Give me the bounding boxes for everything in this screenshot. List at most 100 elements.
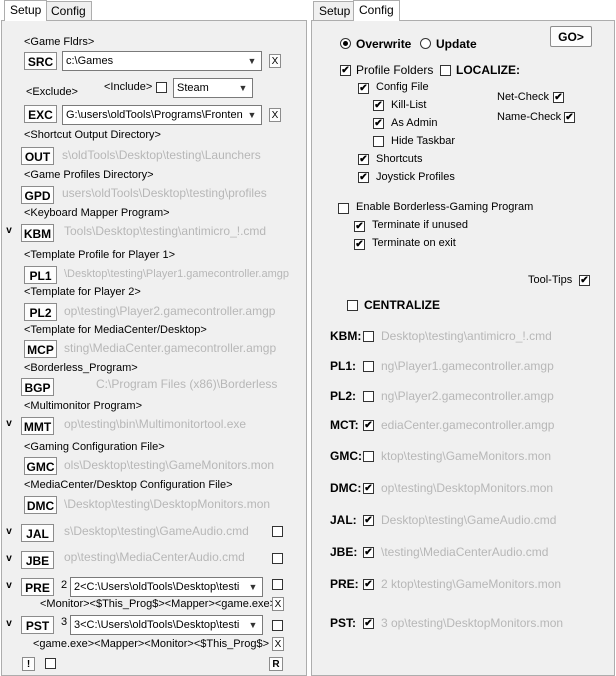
centralize-row-label: MCT: xyxy=(330,418,359,432)
pst-checkbox[interactable] xyxy=(272,620,283,631)
pl2-button[interactable]: PL2 xyxy=(24,303,57,321)
centralize-row-checkbox[interactable]: ✔ xyxy=(363,515,374,526)
enable-borderless-checkbox[interactable] xyxy=(338,203,349,214)
update-radio[interactable] xyxy=(420,38,431,49)
src-clear-button[interactable]: X xyxy=(269,54,281,68)
include-combo[interactable]: Steam ▼ xyxy=(173,78,253,98)
jal-checkbox[interactable] xyxy=(272,526,283,537)
centralize-row-label: JAL: xyxy=(330,513,357,527)
kbm-button[interactable]: KBM xyxy=(21,224,54,242)
gmc-button[interactable]: GMC xyxy=(24,457,57,475)
centralize-label: CENTRALIZE xyxy=(364,298,440,312)
centralize-row-label: DMC: xyxy=(330,481,362,495)
terminate-unused-checkbox[interactable]: ✔ xyxy=(354,221,365,232)
centralize-row-path: 3 op\testing\DesktopMonitors.mon xyxy=(381,616,564,630)
exclude-label: <Exclude> xyxy=(26,86,78,98)
pl1-path: \Desktop\testing\Player1.gamecontroller.… xyxy=(64,268,290,280)
centralize-row-checkbox[interactable] xyxy=(363,331,374,342)
centralize-row-checkbox[interactable]: ✔ xyxy=(363,420,374,431)
pre-combo[interactable]: 2<C:\Users\oldTools\Desktop\testi ▼ xyxy=(70,577,263,597)
net-check-checkbox[interactable]: ✔ xyxy=(553,92,564,103)
jbe-toggle[interactable]: v xyxy=(3,553,15,565)
pre-toggle[interactable]: v xyxy=(3,580,15,592)
centralize-row-checkbox[interactable]: ✔ xyxy=(363,618,374,629)
pre-clear-button[interactable]: X xyxy=(272,597,284,611)
chevron-down-icon: ▼ xyxy=(248,582,258,592)
exc-combo[interactable]: G:\users\oldTools\Programs\Fronten ▼ xyxy=(62,105,262,125)
src-combo[interactable]: c:\Games ▼ xyxy=(62,51,262,71)
centralize-row-checkbox[interactable] xyxy=(363,451,374,462)
pl2-path: op\testing\Player2.gamecontroller.amgp xyxy=(64,304,276,318)
jal-toggle[interactable]: v xyxy=(3,526,15,538)
shortcuts-checkbox[interactable]: ✔ xyxy=(358,154,369,165)
centralize-row-path: Desktop\testing\antimicro_!.cmd xyxy=(381,329,552,343)
dmc-path: \Desktop\testing\DesktopMonitors.mon xyxy=(64,497,271,511)
kbm-toggle[interactable]: v xyxy=(3,225,15,237)
name-check-checkbox[interactable]: ✔ xyxy=(564,112,575,123)
centralize-row-checkbox[interactable]: ✔ xyxy=(363,547,374,558)
localize-checkbox[interactable] xyxy=(440,65,451,76)
jbe-checkbox[interactable] xyxy=(272,553,283,564)
mmt-toggle[interactable]: v xyxy=(3,418,15,430)
pl1-button[interactable]: PL1 xyxy=(24,266,57,284)
centralize-row-label: PL1: xyxy=(330,359,357,373)
centralize-row-path: Desktop\testing\GameAudio.cmd xyxy=(381,513,557,527)
centralize-row-checkbox[interactable] xyxy=(363,361,374,372)
profile-folders-checkbox[interactable]: ✔ xyxy=(340,65,351,76)
centralize-row-path: ediaCenter.gamecontroller.amgp xyxy=(381,418,555,432)
update-label: Update xyxy=(436,37,477,51)
mmt-button[interactable]: MMT xyxy=(21,417,54,435)
centralize-row-checkbox[interactable]: ✔ xyxy=(363,579,374,590)
exc-clear-button[interactable]: X xyxy=(269,108,281,122)
src-button[interactable]: SRC xyxy=(24,52,57,70)
overwrite-radio[interactable] xyxy=(340,38,351,49)
centralize-row-label: KBM: xyxy=(330,329,362,343)
terminate-exit-checkbox[interactable]: ✔ xyxy=(354,239,365,250)
exc-button[interactable]: EXC xyxy=(24,105,57,123)
out-button[interactable]: OUT xyxy=(21,147,54,165)
centralize-row-checkbox[interactable]: ✔ xyxy=(363,483,374,494)
tab-setup-right[interactable]: Setup xyxy=(313,1,357,20)
kill-list-checkbox[interactable]: ✔ xyxy=(373,100,384,111)
pre-checkbox[interactable] xyxy=(272,579,283,590)
joystick-profiles-checkbox[interactable]: ✔ xyxy=(358,172,369,183)
centralize-row-path: \testing\MediaCenterAudio.cmd xyxy=(381,545,549,559)
kbm-label: <Keyboard Mapper Program> xyxy=(24,207,170,219)
bgp-button[interactable]: BGP xyxy=(21,378,54,396)
jbe-button[interactable]: JBE xyxy=(21,551,54,569)
include-checkbox[interactable] xyxy=(156,82,167,93)
bgp-path: C:\Program Files (x86)\Borderless xyxy=(96,377,278,391)
tab-config-right[interactable]: Config xyxy=(353,0,400,21)
pst-toggle[interactable]: v xyxy=(3,618,15,630)
tab-setup-left[interactable]: Setup xyxy=(4,0,48,21)
centralize-row-path: 2 ktop\testing\GameMonitors.mon xyxy=(381,577,562,591)
centralize-row-label: GMC: xyxy=(330,449,362,463)
tool-tips-checkbox[interactable]: ✔ xyxy=(579,275,590,286)
centralize-checkbox[interactable] xyxy=(347,300,358,311)
mcp-button[interactable]: MCP xyxy=(24,340,57,358)
centralize-row-label: JBE: xyxy=(330,545,358,559)
as-admin-checkbox[interactable]: ✔ xyxy=(373,118,384,129)
hide-taskbar-checkbox[interactable] xyxy=(373,136,384,147)
bgp-label: <Borderless_Program> xyxy=(24,362,138,374)
pre-button[interactable]: PRE xyxy=(21,578,54,596)
tab-config-left[interactable]: Config xyxy=(45,1,92,20)
pst-clear-button[interactable]: X xyxy=(272,637,284,651)
go-button[interactable]: GO> xyxy=(550,26,592,47)
pst-order-number: 3 xyxy=(61,616,68,628)
pst-button[interactable]: PST xyxy=(21,616,54,634)
pst-combo[interactable]: 3<C:\Users\oldTools\Desktop\testi ▼ xyxy=(70,615,263,635)
jal-button[interactable]: JAL xyxy=(21,524,54,542)
config-file-checkbox[interactable]: ✔ xyxy=(358,83,369,94)
dmc-button[interactable]: DMC xyxy=(24,496,57,514)
r-button[interactable]: R xyxy=(269,657,283,671)
game-fldrs-label: <Game Fldrs> xyxy=(24,36,95,48)
gpd-button[interactable]: GPD xyxy=(21,186,54,204)
bottom-checkbox[interactable] xyxy=(45,658,56,669)
net-check-label: Net-Check xyxy=(497,91,549,103)
exclaim-button[interactable]: ! xyxy=(22,657,35,671)
localize-label: LOCALIZE: xyxy=(456,63,520,77)
pl2-label: <Template for Player 2> xyxy=(24,286,141,298)
centralize-row-label: PRE: xyxy=(330,577,359,591)
centralize-row-checkbox[interactable] xyxy=(363,391,374,402)
